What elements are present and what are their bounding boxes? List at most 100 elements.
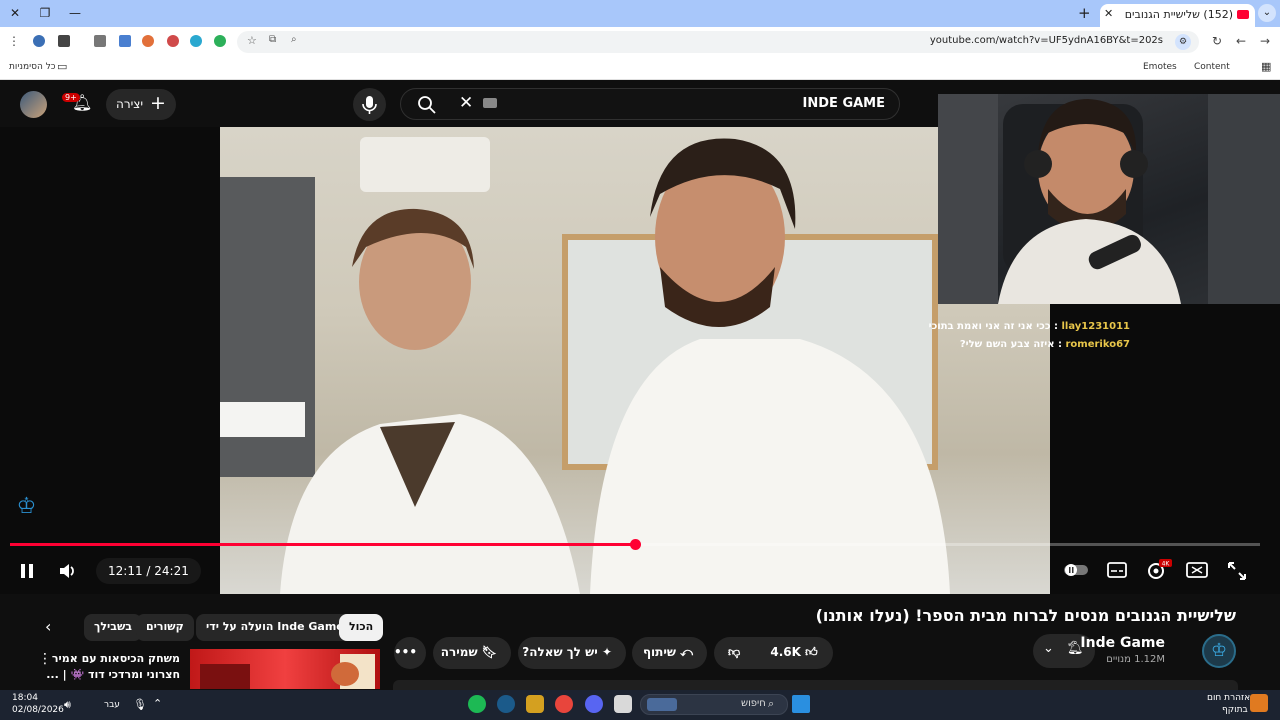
folder-icon: ▭ — [57, 60, 68, 73]
browser-tab-youtube[interactable]: (152) שלישיית הגנובים מנסים ✕ — [1100, 4, 1255, 27]
bookmark-folder-icon[interactable]: ▦ — [1261, 60, 1271, 73]
extension-translate-icon[interactable] — [190, 35, 202, 47]
extension-tool-icon[interactable] — [58, 35, 70, 47]
all-bookmarks-link[interactable]: כל הסימניות — [9, 62, 56, 72]
video-frame[interactable] — [220, 127, 1050, 594]
tab-search-icon[interactable]: ⌄ — [1258, 4, 1276, 22]
tab-close-button[interactable]: ✕ — [1104, 7, 1113, 20]
channel-watermark-icon[interactable]: ♔ — [10, 494, 43, 527]
chip-related[interactable]: קשורים — [136, 614, 194, 641]
video-scene-image — [220, 137, 950, 594]
ask-label: יש לך שאלה? — [522, 645, 598, 659]
like-icon[interactable]: 👍︎ — [805, 645, 818, 659]
forward-icon[interactable]: → — [1256, 32, 1274, 50]
reload-icon[interactable]: ↻ — [1208, 32, 1226, 50]
recommendation-title[interactable]: משחק הכיסאות עם אמיר חצרוני ומרדכי דוד 👾… — [30, 651, 180, 683]
fullscreen-icon[interactable] — [1226, 560, 1248, 582]
back-icon[interactable]: ← — [1232, 32, 1250, 50]
recommendation-thumbnail[interactable] — [190, 649, 380, 689]
more-actions-button[interactable]: ••• — [394, 637, 426, 669]
progress-scrubber[interactable] — [630, 539, 641, 550]
chevron-down-icon: ⌄ — [1043, 641, 1054, 656]
weather-title[interactable]: אזהרת חום — [1207, 693, 1250, 703]
clear-search-icon[interactable]: ✕ — [459, 93, 473, 113]
extension-green-icon[interactable] — [214, 35, 226, 47]
share-label: שיתוף — [642, 645, 676, 659]
extension-screen-icon[interactable] — [119, 35, 131, 47]
autoplay-toggle-icon[interactable] — [1062, 560, 1090, 580]
tab-title: (152) שלישיית הגנובים מנסים — [1121, 8, 1233, 21]
language-indicator[interactable]: עבר — [104, 700, 120, 710]
search-query[interactable]: INDE GAME — [803, 96, 885, 111]
search-icon[interactable] — [417, 95, 437, 115]
create-label: יצירה — [116, 97, 144, 111]
playback-time: 12:11 / 24:21 — [96, 558, 201, 584]
heat-warning-icon[interactable] — [1250, 694, 1268, 712]
address-bar[interactable]: ☆ ⧉ ⌕ youtube.com/watch?v=UF5ydnA16BY&t=… — [237, 31, 1199, 53]
channel-name[interactable]: ✔ Inde Game — [1067, 635, 1165, 651]
chrome-icon[interactable] — [555, 695, 573, 713]
share-button[interactable]: ⤺ שיתוף — [632, 637, 707, 669]
channel-avatar[interactable]: ♔ — [1202, 634, 1236, 668]
file-explorer-icon[interactable] — [614, 695, 632, 713]
site-info-icon[interactable]: ⚙ — [1175, 34, 1191, 50]
extension-puzzle-icon[interactable] — [94, 35, 106, 47]
steam-icon[interactable] — [497, 695, 515, 713]
dislike-icon[interactable]: 👎︎ — [728, 645, 740, 659]
browser-menu-icon[interactable]: ⋮ — [5, 32, 23, 50]
taskbar-search-label: חיפוש — [741, 698, 766, 709]
ask-button[interactable]: ✦ יש לך שאלה? — [518, 637, 626, 669]
bookmark-content[interactable]: Content — [1194, 62, 1230, 72]
chat-username: romeriko67 — [1065, 339, 1130, 350]
search-input[interactable]: ✕ INDE GAME — [400, 88, 900, 120]
extension-orange-icon[interactable] — [142, 35, 154, 47]
streamer-webcam-image — [938, 94, 1280, 304]
channel-name-label: Inde Game — [1080, 635, 1165, 651]
description-box-edge — [393, 680, 1238, 690]
chat-text: ככי אני זה אני ואמת בתוכי — [928, 321, 1051, 332]
webcam-overlay — [938, 94, 1280, 304]
app-icon[interactable] — [526, 695, 544, 713]
speaker-icon[interactable]: 🔊︎ — [64, 698, 71, 712]
install-app-icon[interactable]: ⧉ — [269, 34, 276, 45]
bookmark-emotes[interactable]: Emotes — [1143, 62, 1177, 72]
save-button[interactable]: 🔖︎ שמירה — [433, 637, 511, 669]
chip-all[interactable]: הכול — [339, 614, 384, 641]
like-count[interactable]: 4.6K — [770, 645, 801, 659]
chip-for-you[interactable]: בשבילך — [84, 614, 143, 641]
url-text[interactable]: youtube.com/watch?v=UF5ydnA16BY&t=202s — [930, 35, 1163, 46]
bookmark-star-icon[interactable]: ☆ — [247, 34, 257, 47]
chips-next-chevron-icon[interactable]: ‹ — [45, 617, 51, 636]
settings-gear-icon[interactable]: 4K — [1145, 558, 1173, 582]
weather-subtitle[interactable]: בתוקף — [1222, 705, 1248, 715]
subtitles-icon[interactable] — [1105, 560, 1129, 580]
taskbar-search[interactable]: חיפוש ⌕ — [640, 694, 788, 715]
theater-mode-icon[interactable] — [1185, 560, 1209, 580]
progress-bar[interactable] — [10, 539, 1260, 550]
mic-tray-icon[interactable]: 🎙︎ — [133, 698, 147, 711]
window-restore-button[interactable]: ❐ — [35, 4, 55, 22]
windows-start-icon[interactable] — [792, 695, 810, 713]
video-title: שלישיית הגנובים מנסים לברוח מבית הספר! (… — [815, 606, 1236, 625]
pause-icon[interactable] — [16, 560, 38, 582]
keyboard-icon[interactable] — [483, 98, 497, 108]
window-minimize-button[interactable]: — — [65, 4, 85, 22]
chip-uploaded-by[interactable]: הועלה על ידי Inde Game — [196, 614, 354, 641]
extension-red-icon[interactable] — [167, 35, 179, 47]
volume-icon[interactable] — [57, 560, 79, 582]
notification-count-badge: 9+ — [62, 93, 80, 102]
youtube-favicon-icon — [1237, 10, 1249, 19]
voice-search-button[interactable] — [353, 88, 386, 121]
new-tab-button[interactable]: + — [1078, 4, 1094, 22]
create-button[interactable]: יצירה + — [106, 89, 176, 120]
discord-icon[interactable] — [585, 695, 603, 713]
chat-username: llay1231011 — [1061, 321, 1130, 332]
clock-date[interactable]: 02/08/2026 — [12, 705, 64, 715]
extension-profile-icon[interactable] — [33, 35, 45, 47]
spotify-icon[interactable] — [468, 695, 486, 713]
avatar[interactable] — [20, 91, 47, 118]
tray-expand-icon[interactable]: ⌃ — [153, 697, 162, 710]
window-close-button[interactable]: ✕ — [5, 4, 25, 22]
clock-time[interactable]: 18:04 — [12, 693, 38, 703]
zoom-icon[interactable]: ⌕ — [291, 34, 297, 45]
